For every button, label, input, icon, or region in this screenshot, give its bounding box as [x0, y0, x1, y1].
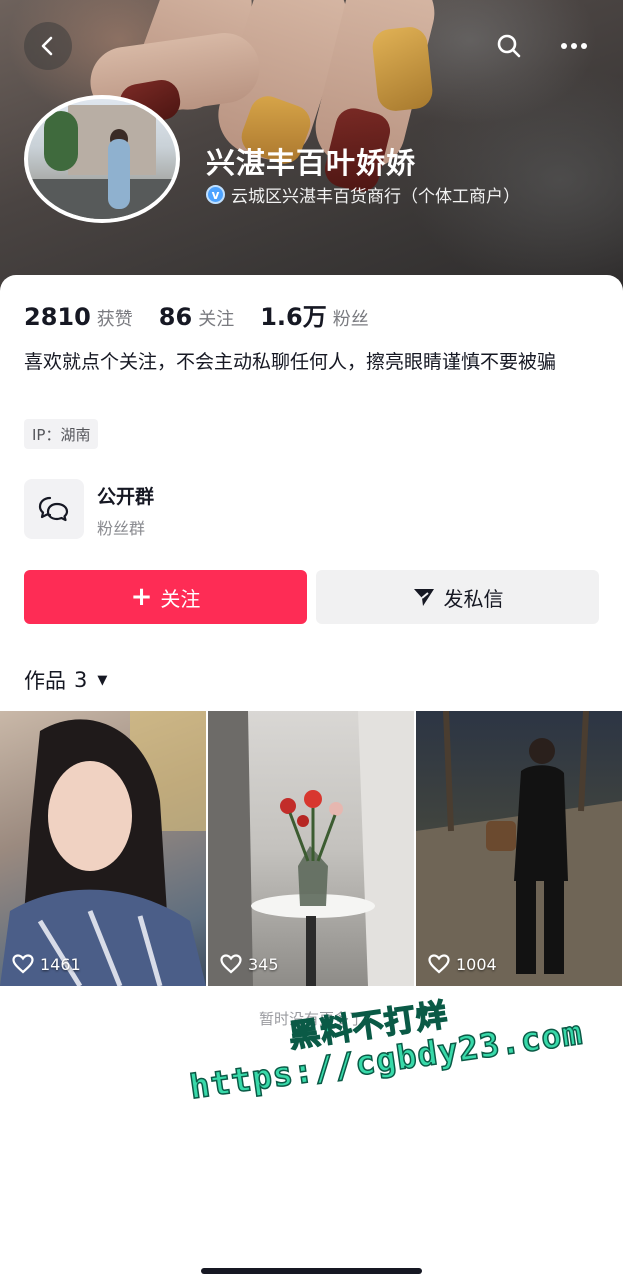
- following-count[interactable]: 86: [159, 303, 192, 331]
- profile-bio: 喜欢就点个关注，不会主动私聊任何人，擦亮眼睛谨慎不要被骗: [24, 351, 557, 373]
- more-button[interactable]: [558, 30, 590, 62]
- work-thumbnail[interactable]: 1461: [0, 711, 206, 986]
- works-tab-label: 作品: [24, 669, 66, 693]
- plus-icon: +: [130, 582, 153, 612]
- likes-count: 2810: [24, 303, 91, 331]
- heart-outline-icon: [428, 954, 450, 974]
- work-likes: 1461: [12, 954, 81, 974]
- ip-location-tag: IP：湖南: [24, 419, 99, 449]
- avatar[interactable]: [24, 95, 180, 223]
- search-button[interactable]: [493, 30, 525, 62]
- following-label[interactable]: 关注: [198, 305, 234, 331]
- followers-label[interactable]: 粉丝: [333, 305, 369, 331]
- work-likes-count: 1004: [456, 954, 497, 974]
- works-count: 3: [74, 668, 88, 692]
- message-label: 发私信: [443, 586, 504, 611]
- search-icon: [497, 34, 521, 58]
- profile-card: 2810 获赞 86 关注 1.6万 粉丝 喜欢就点个关注，不会主动私聊任何人，…: [0, 275, 623, 1280]
- heart-outline-icon: [12, 954, 34, 974]
- tab-works[interactable]: 作品 3 ▼: [24, 665, 107, 695]
- work-likes-count: 345: [248, 954, 279, 974]
- follow-label: 关注: [160, 586, 201, 611]
- portrait-image: [0, 711, 206, 986]
- home-indicator[interactable]: [201, 1268, 422, 1274]
- caret-down-icon: ▼: [97, 672, 108, 688]
- banner-nail: [370, 25, 435, 113]
- verified-v-icon: v: [206, 185, 225, 204]
- work-likes-count: 1461: [40, 954, 81, 974]
- followers-count[interactable]: 1.6万: [260, 297, 327, 332]
- work-likes: 1004: [428, 954, 497, 974]
- back-button[interactable]: [24, 22, 72, 70]
- stats-row: 2810 获赞 86 关注 1.6万 粉丝: [24, 297, 395, 332]
- verification-text: 云城区兴湛丰百货商行（个体工商户）: [231, 187, 520, 207]
- verification-row[interactable]: v 云城区兴湛丰百货商行（个体工商户）: [206, 182, 520, 207]
- chevron-left-icon: [41, 36, 53, 56]
- flower-vase-image: [208, 711, 414, 986]
- avatar-tree: [44, 111, 78, 171]
- paper-plane-icon: [413, 589, 434, 606]
- chat-bubbles-icon: [38, 496, 69, 522]
- group-subtitle: 粉丝群: [97, 519, 146, 538]
- heart-outline-icon: [220, 954, 242, 974]
- group-title[interactable]: 公开群: [97, 482, 154, 509]
- display-name: 兴湛丰百叶娇娇: [206, 146, 417, 180]
- likes-label: 获赞: [96, 309, 133, 330]
- profile-banner: 兴湛丰百叶娇娇 v 云城区兴湛丰百货商行（个体工商户）: [0, 0, 623, 300]
- street-night-image: [416, 711, 622, 986]
- work-likes: 345: [220, 954, 279, 974]
- group-chat-button[interactable]: [24, 479, 84, 539]
- works-grid: 1461 345 1004: [0, 711, 623, 986]
- more-dots-icon: [561, 43, 587, 49]
- message-button[interactable]: 发私信: [316, 570, 599, 624]
- work-thumbnail[interactable]: 345: [208, 711, 414, 986]
- avatar-road: [28, 179, 176, 219]
- work-thumbnail[interactable]: 1004: [416, 711, 622, 986]
- follow-button[interactable]: + 关注: [24, 570, 307, 624]
- avatar-person: [108, 139, 130, 209]
